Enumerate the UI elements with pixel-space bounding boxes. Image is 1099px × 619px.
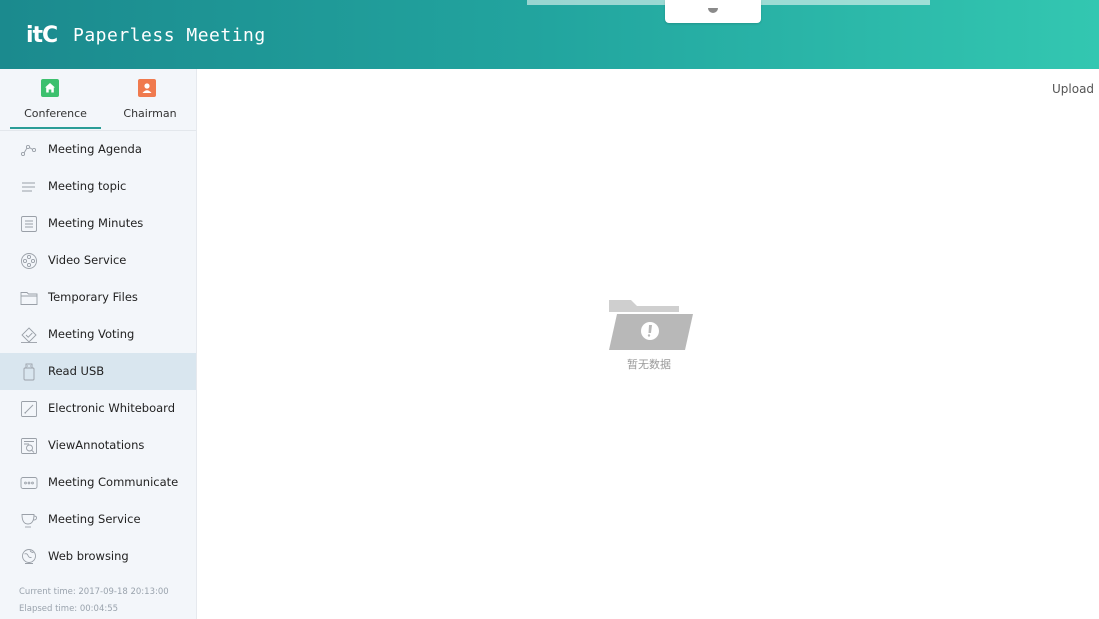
- menu-item-label: Meeting Communicate: [48, 475, 179, 489]
- current-time: Current time: 2017-09-18 20:13:00: [19, 587, 169, 597]
- annotations-icon: [20, 437, 38, 455]
- tab-conference[interactable]: Conference: [10, 69, 101, 131]
- app-header: itC Paperless Meeting: [0, 0, 1099, 69]
- tea-cup-icon: [20, 511, 38, 529]
- elapsed-time: Elapsed time: 00:04:55: [19, 604, 119, 614]
- tab-chairman[interactable]: Chairman: [106, 69, 194, 131]
- menu-item-read-usb[interactable]: Read USB: [0, 353, 196, 390]
- whiteboard-icon: [20, 400, 38, 418]
- minutes-icon: [20, 215, 38, 233]
- empty-state-text: 暂无数据: [627, 358, 671, 371]
- logo-mark: itC: [26, 22, 58, 48]
- menu-item-label: Temporary Files: [48, 290, 138, 304]
- pull-down-handle[interactable]: [665, 0, 761, 23]
- menu-item-meeting-topic[interactable]: Meeting topic: [0, 168, 196, 205]
- top-strip: [527, 0, 665, 5]
- sidebar: Conference Chairman Meeting Agenda Meeti…: [0, 69, 197, 619]
- usb-icon: [20, 363, 38, 381]
- menu-item-label: Web browsing: [48, 549, 129, 563]
- top-strip: [760, 0, 930, 5]
- menu-item-label: Video Service: [48, 253, 127, 267]
- menu-item-view-annotations[interactable]: ViewAnnotations: [0, 427, 196, 464]
- menu-item-temporary-files[interactable]: Temporary Files: [0, 279, 196, 316]
- itc-logo: itC: [26, 22, 58, 48]
- menu-item-label: Meeting Voting: [48, 327, 135, 341]
- menu-item-label: Meeting topic: [48, 179, 127, 193]
- empty-state: 暂无数据: [603, 298, 695, 372]
- menu-item-label: ViewAnnotations: [48, 438, 145, 452]
- meeting-time-info: Current time: 2017-09-18 20:13:00 Elapse…: [19, 584, 169, 618]
- menu-item-electronic-whiteboard[interactable]: Electronic Whiteboard: [0, 390, 196, 427]
- menu-item-video-service[interactable]: Video Service: [0, 242, 196, 279]
- menu-item-meeting-voting[interactable]: Meeting Voting: [0, 316, 196, 353]
- menu-item-meeting-communicate[interactable]: Meeting Communicate: [0, 464, 196, 501]
- empty-folder-icon: [609, 300, 693, 350]
- voting-icon: [20, 326, 38, 344]
- menu-item-label: Meeting Minutes: [48, 216, 144, 230]
- role-tabs: Conference Chairman: [0, 69, 196, 131]
- app-title: Paperless Meeting: [73, 25, 266, 46]
- menu-item-meeting-agenda[interactable]: Meeting Agenda: [0, 131, 196, 168]
- menu-item-meeting-minutes[interactable]: Meeting Minutes: [0, 205, 196, 242]
- menu-item-meeting-service[interactable]: Meeting Service: [0, 501, 196, 538]
- menu-item-label: Electronic Whiteboard: [48, 401, 175, 415]
- globe-icon: [20, 548, 38, 566]
- menu-item-label: Meeting Agenda: [48, 142, 142, 156]
- chat-icon: [20, 474, 38, 492]
- menu-item-label: Read USB: [48, 364, 105, 378]
- video-reel-icon: [20, 252, 38, 270]
- menu-item-label: Meeting Service: [48, 512, 141, 526]
- folder-icon: [20, 289, 38, 307]
- upload-button[interactable]: Upload: [1052, 82, 1094, 96]
- user-icon: [138, 79, 156, 97]
- topic-icon: [20, 178, 38, 196]
- home-icon: [41, 79, 59, 97]
- tab-label: Chairman: [123, 107, 177, 120]
- chevron-down-icon: [708, 8, 718, 13]
- menu-item-web-browsing[interactable]: Web browsing: [0, 538, 196, 575]
- active-tab-indicator: [10, 127, 101, 129]
- tab-label: Conference: [24, 107, 87, 120]
- function-menu: Meeting Agenda Meeting topic Meeting Min…: [0, 131, 196, 575]
- agenda-icon: [20, 141, 38, 159]
